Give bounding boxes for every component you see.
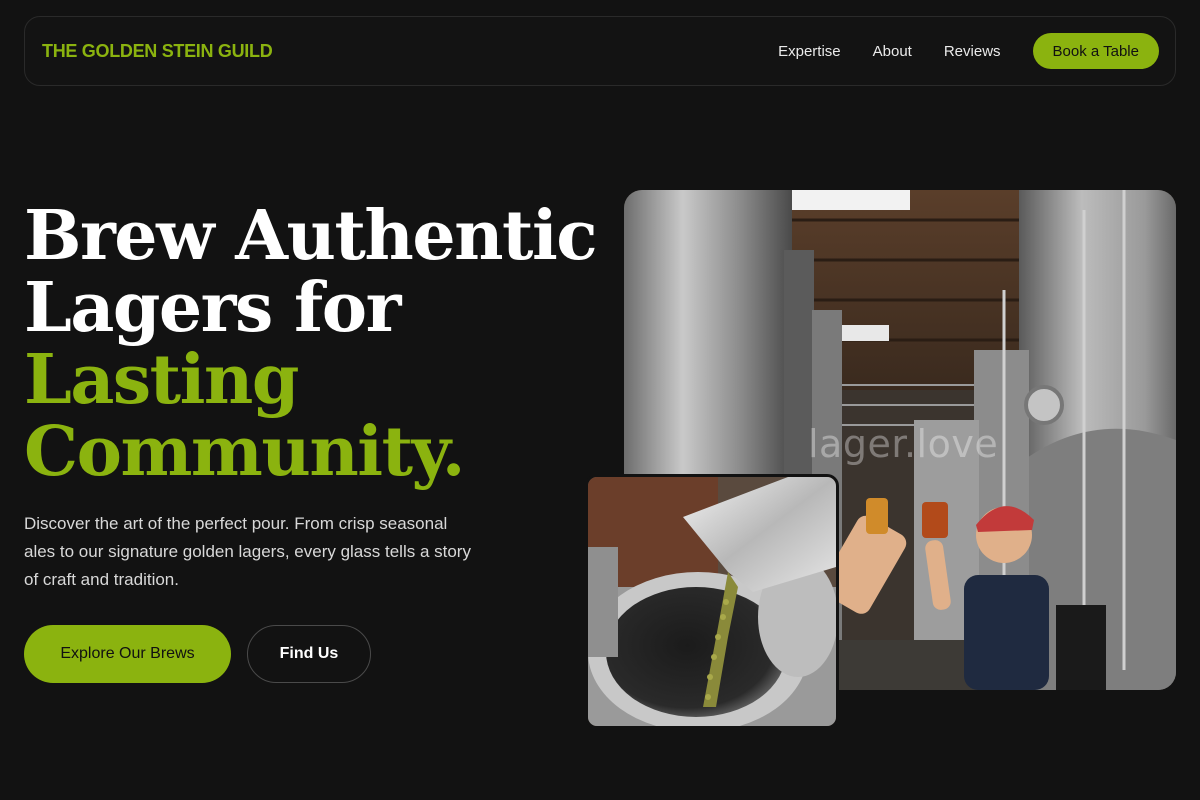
headline-accent-line-2: Community. <box>24 412 465 492</box>
nav-link-reviews[interactable]: Reviews <box>944 43 1001 60</box>
hero-description: Discover the art of the perfect pour. Fr… <box>24 514 471 589</box>
headline-line-2: Lagers for <box>24 268 401 348</box>
nav-links: Expertise About Reviews Book a Table <box>778 33 1159 69</box>
watermark-text: lager.love <box>808 422 999 466</box>
book-table-button[interactable]: Book a Table <box>1032 33 1159 69</box>
find-us-button[interactable]: Find Us <box>247 625 371 683</box>
headline-accent-line-1: Lasting <box>24 340 299 420</box>
explore-brews-button[interactable]: Explore Our Brews <box>24 625 231 683</box>
hops-photo-illustration <box>588 477 836 726</box>
hops-pouring-photo <box>585 474 839 729</box>
nav-link-about[interactable]: About <box>873 43 912 60</box>
top-navbar: THE GOLDEN STEIN GUILD Expertise About R… <box>24 16 1176 86</box>
brand-logo-text[interactable]: THE GOLDEN STEIN GUILD <box>42 41 273 62</box>
headline-line-1: Brew Authentic <box>24 196 598 276</box>
nav-link-expertise[interactable]: Expertise <box>778 43 841 60</box>
hero-headline: Brew Authentic Lagers for Lasting Commun… <box>24 196 598 492</box>
